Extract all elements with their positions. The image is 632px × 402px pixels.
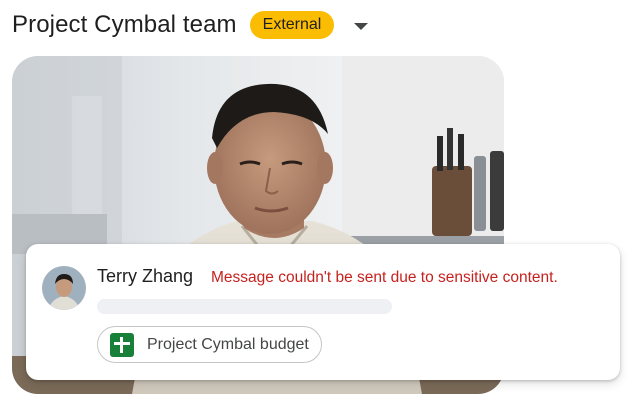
external-badge: External: [249, 11, 335, 39]
avatar[interactable]: [42, 266, 86, 310]
error-message: Message couldn't be sent due to sensitiv…: [211, 269, 558, 286]
space-header: Project Cymbal team External: [12, 8, 369, 42]
message-card: Terry Zhang Message couldn't be sent due…: [26, 244, 620, 380]
message-placeholder: [97, 299, 392, 314]
attachment-label: Project Cymbal budget: [147, 335, 309, 353]
sender-name: Terry Zhang: [97, 266, 194, 286]
google-sheets-icon: [110, 332, 134, 357]
dropdown-caret-icon[interactable]: [354, 22, 369, 30]
avatar-image: [42, 266, 86, 310]
space-title: Project Cymbal team: [12, 11, 237, 38]
attachment-chip[interactable]: Project Cymbal budget: [97, 326, 322, 363]
